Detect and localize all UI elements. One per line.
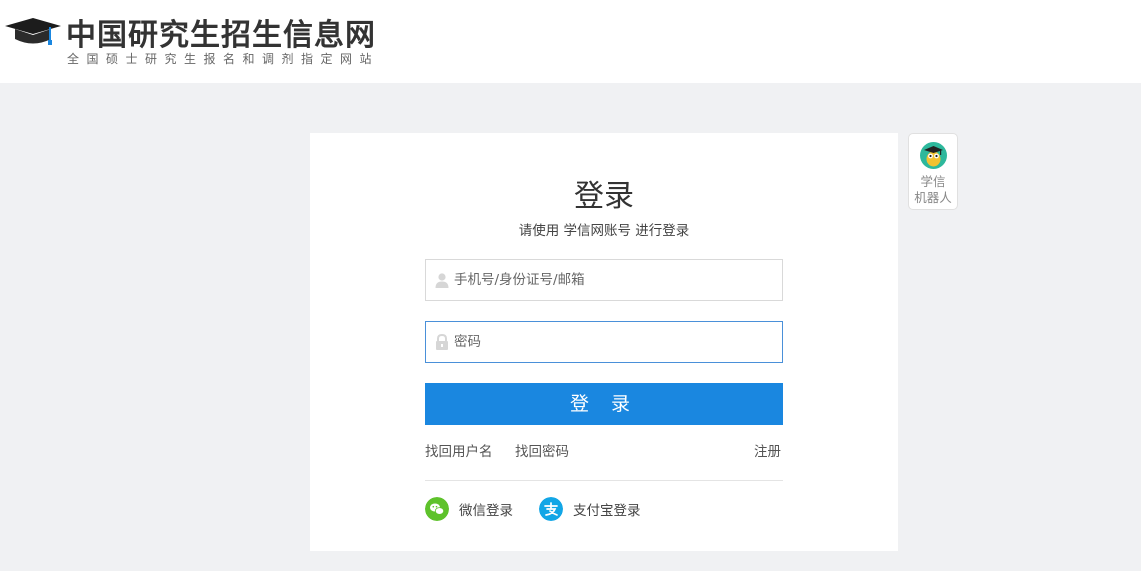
forgot-password-link[interactable]: 找回密码 [515,440,569,460]
robot-label-line1: 学信 [920,174,946,189]
robot-avatar-icon [920,142,947,169]
main-area: 登录 请使用 学信网账号 进行登录 登 录 找回用户名 找回密码 注册 [0,83,1141,571]
username-field[interactable] [425,259,783,301]
alipay-icon [539,497,563,521]
wechat-login-label: 微信登录 [459,503,513,519]
username-input[interactable] [454,260,774,300]
robot-label-line2: 机器人 [914,190,952,205]
graduation-cap-icon[interactable] [5,14,61,46]
site-title[interactable]: 中国研究生招生信息网 [66,10,376,54]
register-link[interactable]: 注册 [754,440,781,460]
site-subtitle: 全国硕士研究生报名和调剂指定网站 [67,52,380,66]
site-header: 中国研究生招生信息网 全国硕士研究生报名和调剂指定网站 [0,0,1141,83]
robot-assistant-button[interactable]: 学信 机器人 [908,133,958,210]
login-subtitle: 请使用 学信网账号 进行登录 [518,223,690,239]
password-input[interactable] [454,322,774,362]
alipay-login-label: 支付宝登录 [573,503,641,519]
lock-icon [436,334,448,350]
login-card: 登录 请使用 学信网账号 进行登录 登 录 找回用户名 找回密码 注册 [310,133,898,551]
login-button[interactable]: 登 录 [425,383,783,425]
password-field[interactable] [425,321,783,363]
divider [425,480,783,481]
login-title: 登录 [574,179,634,214]
wechat-icon [425,497,449,521]
user-icon [435,273,449,288]
forgot-username-link[interactable]: 找回用户名 [425,440,493,460]
alipay-login-button[interactable]: 支付宝登录 [539,497,641,521]
wechat-login-button[interactable]: 微信登录 [425,497,513,521]
